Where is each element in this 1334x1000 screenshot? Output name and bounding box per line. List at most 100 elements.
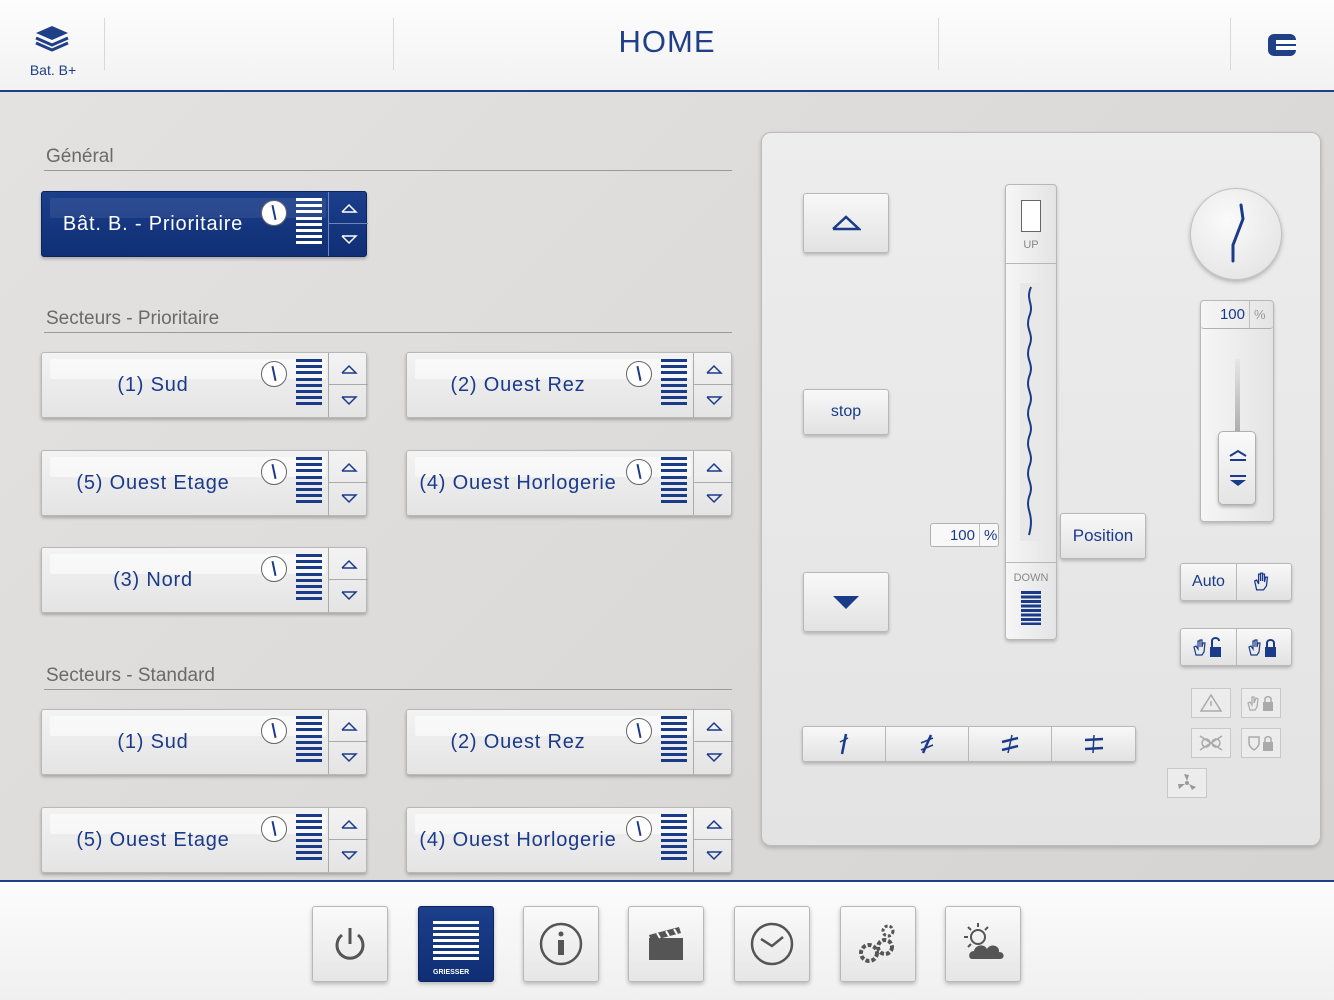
slat-slider[interactable]: 100 % <box>1200 300 1274 522</box>
info-icon <box>539 922 583 966</box>
up-arrow-icon <box>340 203 358 213</box>
clock-icon[interactable] <box>261 556 287 582</box>
group-prio-ouest-rez[interactable]: (2) Ouest Rez <box>406 352 733 418</box>
down-button[interactable] <box>694 483 733 515</box>
up-arrow-icon <box>340 819 358 829</box>
clock-icon[interactable] <box>626 718 652 744</box>
building-label: Bat. B+ <box>29 62 77 78</box>
lock-toggle[interactable] <box>1180 628 1292 666</box>
group-std-ouest-horlogerie[interactable]: (4) Ouest Horlogerie <box>406 807 733 873</box>
slat-preset-closed[interactable] <box>803 727 886 761</box>
up-button[interactable] <box>329 192 368 224</box>
up-arrow-icon <box>340 559 358 569</box>
blind-icon <box>661 716 687 768</box>
slat-preset-bar <box>802 726 1136 762</box>
nav-info-button[interactable] <box>523 906 599 982</box>
group-label: (4) Ouest Horlogerie <box>419 472 617 494</box>
position-track[interactable]: UP DOWN <box>1005 184 1057 640</box>
header-divider <box>1230 18 1231 70</box>
down-arrow-icon <box>340 494 358 504</box>
hand-lock-indicator <box>1241 688 1281 718</box>
nav-power-button[interactable] <box>312 906 388 982</box>
down-button[interactable] <box>694 742 733 774</box>
hand-lock-icon <box>1248 639 1276 657</box>
group-std-ouest-etage[interactable]: (5) Ouest Etage <box>41 807 368 873</box>
blind-icon <box>296 198 322 250</box>
group-bat-b-prioritaire[interactable]: Bât. B. - Prioritaire <box>41 191 368 257</box>
position-button[interactable]: Position <box>1060 513 1146 559</box>
down-button[interactable] <box>694 840 733 872</box>
up-arrow-icon <box>340 462 358 472</box>
down-button[interactable] <box>329 224 368 256</box>
move-down-button[interactable] <box>803 572 889 632</box>
open-close-slats-icon <box>1229 449 1247 486</box>
down-button[interactable] <box>329 742 368 774</box>
header-divider <box>393 18 394 70</box>
down-button[interactable] <box>694 385 733 417</box>
down-button[interactable] <box>329 580 368 612</box>
clock-icon[interactable] <box>626 361 652 387</box>
up-button[interactable] <box>329 353 368 385</box>
up-arrow-icon <box>832 215 861 231</box>
blinds-icon <box>433 921 479 960</box>
up-arrow-icon <box>705 364 723 374</box>
up-button[interactable] <box>329 451 368 483</box>
group-prio-nord[interactable]: (3) Nord <box>41 547 368 613</box>
manual-lock-button[interactable] <box>1237 635 1291 659</box>
clock-icon[interactable] <box>261 200 287 226</box>
wind-icon <box>1178 774 1196 790</box>
up-button[interactable] <box>694 710 733 742</box>
weather-icon <box>964 923 1004 959</box>
up-button[interactable] <box>329 710 368 742</box>
auto-button[interactable]: Auto <box>1181 573 1236 591</box>
slat-value: 100 <box>1219 306 1245 323</box>
brand-logo-icon[interactable] <box>1267 33 1297 57</box>
group-prio-ouest-horlogerie[interactable]: (4) Ouest Horlogerie <box>406 450 733 516</box>
nav-settings-button[interactable] <box>840 906 916 982</box>
nav-blinds-button[interactable]: GRIESSER <box>418 906 494 982</box>
group-prio-sud[interactable]: (1) Sud <box>41 352 368 418</box>
hand-lock-icon <box>1247 696 1273 711</box>
blind-icon <box>661 814 687 866</box>
up-button[interactable] <box>694 353 733 385</box>
clock-icon[interactable] <box>261 361 287 387</box>
manual-unlock-button[interactable] <box>1181 635 1236 659</box>
group-prio-ouest-etage[interactable]: (5) Ouest Etage <box>41 450 368 516</box>
down-button[interactable] <box>329 483 368 515</box>
blind-icon <box>296 554 322 606</box>
slat-angle-dial[interactable] <box>1190 188 1282 280</box>
group-std-ouest-rez[interactable]: (2) Ouest Rez <box>406 709 733 775</box>
down-button[interactable] <box>329 385 368 417</box>
group-label: (2) Ouest Rez <box>450 731 586 753</box>
section-title-prioritaire: Secteurs - Prioritaire <box>46 308 220 329</box>
up-button[interactable] <box>329 548 368 580</box>
clapper-icon <box>649 927 683 960</box>
down-button[interactable] <box>329 840 368 872</box>
stop-button[interactable]: stop <box>803 389 889 435</box>
clock-icon[interactable] <box>261 718 287 744</box>
nav-scenes-button[interactable] <box>628 906 704 982</box>
section-divider <box>44 170 732 171</box>
clock-icon[interactable] <box>626 459 652 485</box>
up-label: UP <box>1023 239 1039 251</box>
group-label: (1) Sud <box>117 374 189 396</box>
clock-icon[interactable] <box>261 459 287 485</box>
up-button[interactable] <box>694 808 733 840</box>
slat-preset-low[interactable] <box>886 727 969 761</box>
slat-preset-open[interactable] <box>1052 727 1135 761</box>
hand-icon[interactable] <box>1237 570 1291 594</box>
up-button[interactable] <box>329 808 368 840</box>
nav-weather-button[interactable] <box>945 906 1021 982</box>
nav-timer-button[interactable] <box>734 906 810 982</box>
slider-thumb[interactable] <box>1218 431 1256 505</box>
slat-preset-medium[interactable] <box>969 727 1052 761</box>
group-std-sud[interactable]: (1) Sud <box>41 709 368 775</box>
clock-icon[interactable] <box>261 816 287 842</box>
move-up-button[interactable] <box>803 193 889 253</box>
group-label: Bât. B. - Prioritaire <box>62 213 244 235</box>
auto-manual-toggle[interactable]: Auto <box>1180 563 1292 601</box>
down-arrow-icon <box>340 753 358 763</box>
clock-icon[interactable] <box>626 816 652 842</box>
down-blind-icon <box>1021 591 1041 625</box>
up-button[interactable] <box>694 451 733 483</box>
